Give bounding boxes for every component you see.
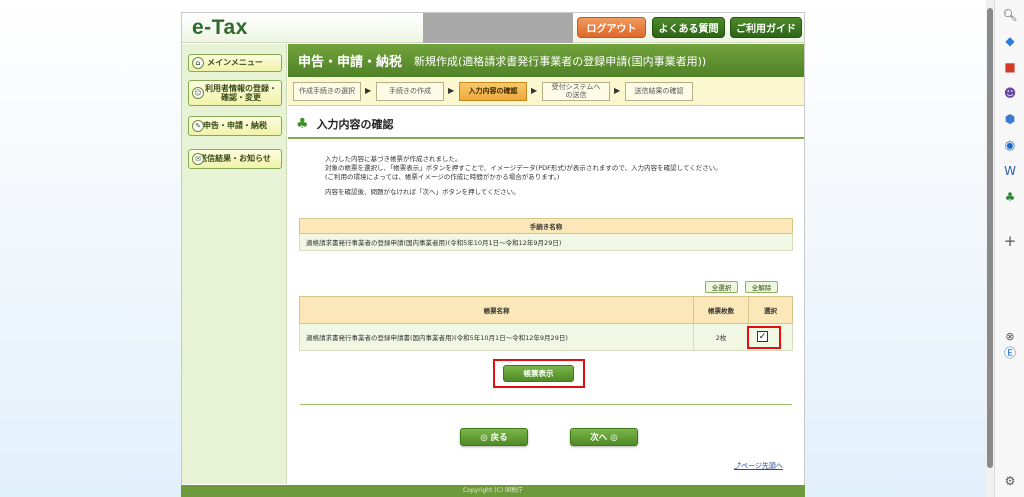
gear-icon[interactable]: ⚙ <box>1001 472 1019 490</box>
clover-icon: ♣ <box>296 116 309 132</box>
mail-icon: ✉ <box>192 153 204 165</box>
edge-icon[interactable]: Ⓔ <box>1001 343 1019 361</box>
outlook-icon[interactable]: ◉ <box>1001 136 1019 154</box>
tag-icon[interactable]: ◆ <box>1001 32 1019 50</box>
section-heading-text: 入力内容の確認 <box>316 118 394 131</box>
step-arrow-icon: ▶ <box>614 86 621 95</box>
form-display-button[interactable]: 帳票表示 <box>503 365 574 382</box>
section-divider <box>288 137 804 139</box>
procedure-name-header: 手続き名称 <box>299 218 793 234</box>
step-send-to-system: 受付システムへの送信 <box>542 82 610 101</box>
form-count-cell: 2枚 <box>693 323 750 351</box>
etax-logo: e-Tax <box>192 16 248 39</box>
section-heading: ♣ 入力内容の確認 <box>296 116 394 132</box>
add-icon[interactable]: + <box>1001 232 1019 250</box>
form-select-header: 選択 <box>748 296 793 324</box>
step-confirm-input: 入力内容の確認 <box>459 82 527 101</box>
procedure-table: 手続き名称 適格請求書発行事業者の登録申請(国内事業者用)(令和5年10月1日～… <box>299 218 793 251</box>
search-icon[interactable]: 🔍︎ <box>1001 6 1019 24</box>
procedure-name-cell: 適格請求書発行事業者の登録申請(国内事業者用)(令和5年10月1日～令和12年9… <box>299 233 793 251</box>
form-count-header: 帳票枚数 <box>693 296 750 324</box>
form-name-header: 帳票名称 <box>298 296 695 324</box>
progress-steps: 作成手続きの選択 ▶ 手続きの作成 ▶ 入力内容の確認 ▶ 受付システムへの送信… <box>288 77 804 106</box>
instruction-line: 入力した内容に基づき帳票が作成されました。 <box>325 155 462 163</box>
select-all-button[interactable]: 全選択 <box>705 281 738 293</box>
step-select-procedure: 作成手続きの選択 <box>293 82 361 101</box>
word-icon[interactable]: W <box>1001 162 1019 180</box>
faq-button[interactable]: よくある質問 <box>652 17 725 38</box>
page-top-label: ページ先頭へ <box>741 462 783 470</box>
step-create-procedure: 手続きの作成 <box>376 82 444 101</box>
tree-icon[interactable]: ♣ <box>1001 188 1019 206</box>
step-check-results: 送信結果の確認 <box>625 82 693 101</box>
logout-button[interactable]: ログアウト <box>577 17 646 38</box>
site-header: e-Tax ログアウト よくある質問 ご利用ガイド <box>182 13 804 43</box>
step-arrow-icon: ▶ <box>365 86 372 95</box>
nav-item-main-menu[interactable]: ⌂ メインメニュー <box>188 54 282 72</box>
instruction-line: (ご利用の環境によっては、帳票イメージの作成に時間がかかる場合があります。) <box>325 172 560 181</box>
etax-page: e-Tax ログアウト よくある質問 ご利用ガイド ⌂ メインメニュー ☺ 利用… <box>181 12 805 497</box>
page-title-bar: 申告・申請・納税 新規作成(適格請求書発行事業者の登録申請(国内事業者用)) <box>288 44 804 77</box>
nav-item-label: 送信結果・お知らせ <box>199 154 271 164</box>
main-content: 申告・申請・納税 新規作成(適格請求書発行事業者の登録申請(国内事業者用)) 作… <box>288 44 804 484</box>
browser-sidebar: 🔍︎ ◆ ■ ☻ ⬢ ◉ W ♣ + ⊗ Ⓔ ⚙ <box>994 0 1024 497</box>
pen-icon: ✎ <box>192 120 204 132</box>
nav-item-results[interactable]: ✉ 送信結果・お知らせ <box>188 149 282 169</box>
scrollbar[interactable] <box>986 0 994 497</box>
page-subtitle: 新規作成(適格請求書発行事業者の登録申請(国内事業者用)) <box>414 54 707 68</box>
nav-item-label: メインメニュー <box>207 58 263 68</box>
page-top-link[interactable]: ⤴ページ先頭へ <box>734 461 783 471</box>
form-table: 帳票名称 帳票枚数 選択 適格請求書発行事業者の登録申請書(国内事業者用)(令和… <box>298 296 793 351</box>
step-arrow-icon: ▶ <box>531 86 538 95</box>
guide-button[interactable]: ご利用ガイド <box>730 17 802 38</box>
left-navigation: ⌂ メインメニュー ☺ 利用者情報の登録・確認・変更 ✎ 申告・申請・納税 ✉ … <box>182 44 287 484</box>
footer: Copyright (C) 国税庁 <box>181 485 805 497</box>
instructions: 入力した内容に基づき帳票が作成されました。 対象の帳票を選択し、「帳票表示」ボタ… <box>325 155 795 197</box>
nav-item-label: 申告・申請・納税 <box>203 121 267 131</box>
nav-item-filing[interactable]: ✎ 申告・申請・納税 <box>188 116 282 136</box>
people-icon[interactable]: ☻ <box>1001 84 1019 102</box>
home-icon: ⌂ <box>192 57 204 69</box>
nav-item-user-info[interactable]: ☺ 利用者情報の登録・確認・変更 <box>188 80 282 106</box>
user-icon: ☺ <box>192 87 204 99</box>
form-select-checkbox[interactable]: ✓ <box>757 331 768 342</box>
step-arrow-icon: ▶ <box>448 86 455 95</box>
table-row: 適格請求書発行事業者の登録申請書(国内事業者用)(令和5年10月1日～令和12年… <box>298 323 793 351</box>
scrollbar-thumb[interactable] <box>987 8 993 468</box>
instruction-line: 内容を確認後、問題がなければ「次へ」ボタンを押してください。 <box>325 188 520 197</box>
bottom-divider <box>300 404 792 405</box>
next-button[interactable]: 次へ ◎ <box>570 428 638 446</box>
form-name-cell: 適格請求書発行事業者の登録申請書(国内事業者用)(令和5年10月1日～令和12年… <box>298 323 695 351</box>
back-button[interactable]: ◎ 戻る <box>460 428 528 446</box>
hexagon-icon[interactable]: ⬢ <box>1001 110 1019 128</box>
toolbox-icon[interactable]: ■ <box>1001 58 1019 76</box>
arrow-up-icon: ⤴ <box>734 462 741 470</box>
deselect-all-button[interactable]: 全解除 <box>745 281 778 293</box>
instruction-line: 対象の帳票を選択し、「帳票表示」ボタンを押すことで、イメージデータ(PDF形式)… <box>325 163 722 172</box>
nav-item-label: 利用者情報の登録・確認・変更 <box>205 83 277 102</box>
header-banner <box>423 13 573 43</box>
page-title: 申告・申請・納税 <box>298 55 403 70</box>
